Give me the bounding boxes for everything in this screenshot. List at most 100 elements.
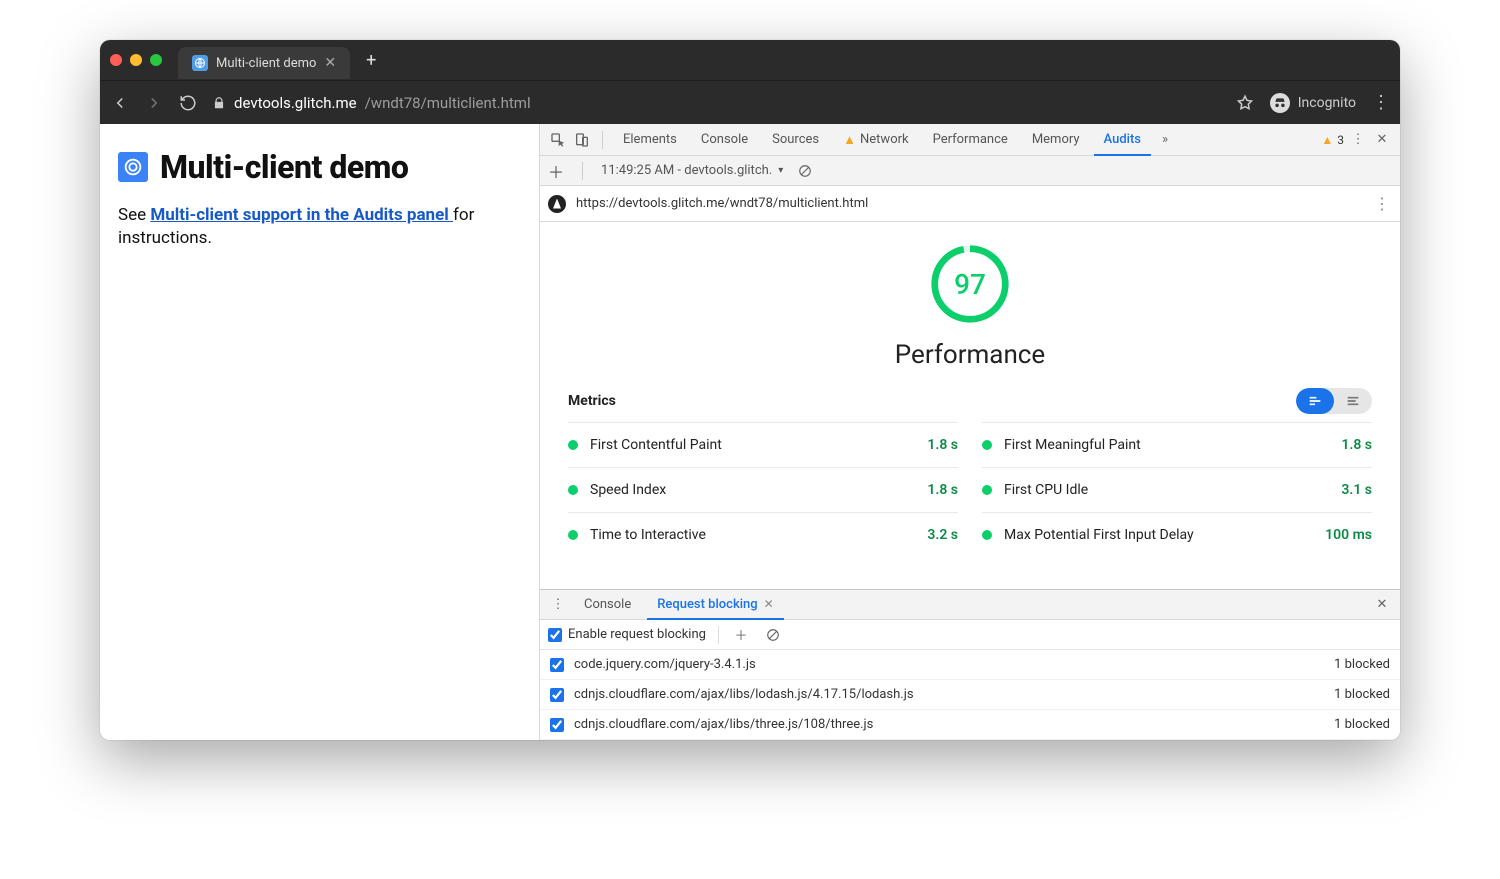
tab-console[interactable]: Console (691, 124, 758, 155)
metric-value: 1.8 s (927, 437, 958, 453)
metric-value: 3.1 s (1341, 482, 1372, 498)
blocked-pattern-row: code.jquery.com/jquery-3.4.1.js 1 blocke… (540, 650, 1400, 680)
overflow-tabs-icon[interactable]: » (1155, 130, 1175, 150)
audit-report: 97 Performance Metrics (540, 222, 1400, 589)
window-controls (110, 54, 162, 66)
tab-title: Multi-client demo (216, 56, 316, 71)
separator (582, 162, 583, 180)
drawer-tab-request-blocking[interactable]: Request blocking ✕ (647, 591, 784, 620)
score-category: Performance (895, 340, 1045, 370)
drawer-menu-icon[interactable]: ⋮ (548, 595, 568, 615)
url-field[interactable]: devtools.glitch.me/wndt78/multiclient.ht… (212, 81, 1222, 124)
toggle-expanded-view[interactable] (1334, 388, 1372, 414)
devtools-drawer: ⋮ Console Request blocking ✕ ✕ Enable re… (540, 589, 1400, 740)
status-dot-icon (982, 530, 992, 540)
close-window-button[interactable] (110, 54, 122, 66)
globe-icon (192, 55, 208, 71)
tab-elements[interactable]: Elements (613, 124, 687, 155)
titlebar: Multi-client demo ✕ + (100, 40, 1400, 80)
status-dot-icon (568, 530, 578, 540)
page-title: Multi-client demo (160, 148, 408, 186)
add-pattern-button[interactable]: ＋ (731, 625, 751, 645)
performance-gauge: 97 Performance (568, 242, 1372, 370)
device-toolbar-icon[interactable] (572, 130, 592, 150)
metrics-heading: Metrics (568, 393, 616, 409)
url-domain: devtools.glitch.me (234, 94, 357, 112)
score-gauge: 97 (928, 242, 1012, 326)
pattern-enable-checkbox[interactable] (550, 658, 564, 672)
blocked-count: 1 blocked (1334, 717, 1390, 732)
clear-patterns-icon[interactable] (763, 625, 783, 645)
inspect-element-icon[interactable] (548, 130, 568, 150)
blocked-count: 1 blocked (1334, 657, 1390, 672)
tab-network[interactable]: ▲Network (833, 124, 918, 155)
rendered-page: Multi-client demo See Multi-client suppo… (100, 124, 540, 740)
blocked-pattern-row: cdnjs.cloudflare.com/ajax/libs/three.js/… (540, 710, 1400, 740)
browser-tab[interactable]: Multi-client demo ✕ (178, 47, 350, 79)
audit-report-menu-icon[interactable]: ⋮ (1374, 194, 1390, 213)
metric-row: First Contentful Paint 1.8 s (568, 422, 958, 467)
metrics-view-toggle (1296, 388, 1372, 414)
status-dot-icon (568, 485, 578, 495)
tab-performance[interactable]: Performance (923, 124, 1018, 155)
audit-report-label: 11:49:25 AM - devtools.glitch. (601, 163, 772, 178)
addrbar-right: Incognito ⋮ (1236, 92, 1390, 113)
close-tab-icon[interactable]: ✕ (324, 55, 336, 71)
tab-sources[interactable]: Sources (762, 124, 829, 155)
reload-button[interactable] (178, 93, 198, 113)
drawer-tabstrip: ⋮ Console Request blocking ✕ ✕ (540, 590, 1400, 620)
pattern-text: code.jquery.com/jquery-3.4.1.js (574, 657, 756, 672)
incognito-icon (1270, 93, 1290, 113)
page-intro-prefix: See (118, 205, 150, 225)
pattern-enable-checkbox[interactable] (550, 718, 564, 732)
warning-triangle-icon: ▲ (1321, 133, 1333, 147)
blocked-count: 1 blocked (1334, 687, 1390, 702)
enable-blocking-input[interactable] (548, 628, 562, 642)
status-dot-icon (982, 485, 992, 495)
metric-row: Time to Interactive 3.2 s (568, 512, 958, 557)
blocked-patterns-list: code.jquery.com/jquery-3.4.1.js 1 blocke… (540, 650, 1400, 740)
new-tab-button[interactable]: + (356, 50, 386, 71)
browser-menu-icon[interactable]: ⋮ (1372, 92, 1390, 113)
metric-row: First Meaningful Paint 1.8 s (982, 422, 1372, 467)
audits-toolbar: ＋ 11:49:25 AM - devtools.glitch. (540, 156, 1400, 186)
pattern-enable-checkbox[interactable] (550, 688, 564, 702)
enable-blocking-checkbox[interactable]: Enable request blocking (548, 627, 706, 642)
blocked-pattern-row: cdnjs.cloudflare.com/ajax/libs/lodash.js… (540, 680, 1400, 710)
maximize-window-button[interactable] (150, 54, 162, 66)
audit-report-selector[interactable]: 11:49:25 AM - devtools.glitch. (601, 163, 783, 178)
minimize-window-button[interactable] (130, 54, 142, 66)
content-area: Multi-client demo See Multi-client suppo… (100, 124, 1400, 740)
star-icon[interactable] (1236, 94, 1254, 112)
clear-audits-icon[interactable] (795, 161, 815, 181)
metric-row: Max Potential First Input Delay 100 ms (982, 512, 1372, 557)
metric-value: 100 ms (1325, 527, 1372, 543)
back-button[interactable] (110, 93, 130, 113)
metrics-grid: First Contentful Paint 1.8 s First Meani… (568, 422, 1372, 557)
pattern-text: cdnjs.cloudflare.com/ajax/libs/lodash.js… (574, 687, 914, 702)
devtools-panel: Elements Console Sources ▲Network Perfor… (540, 124, 1400, 740)
metric-value: 1.8 s (927, 482, 958, 498)
toggle-compact-view[interactable] (1296, 388, 1334, 414)
tab-memory[interactable]: Memory (1022, 124, 1090, 155)
page-header: Multi-client demo (118, 148, 521, 186)
tab-audits[interactable]: Audits (1094, 125, 1151, 156)
metrics-header: Metrics (568, 388, 1372, 414)
close-drawer-icon[interactable]: ✕ (1372, 595, 1392, 615)
incognito-indicator: Incognito (1270, 93, 1356, 113)
close-devtools-icon[interactable]: ✕ (1372, 130, 1392, 150)
warnings-counter[interactable]: ▲ 3 (1321, 133, 1344, 147)
devtools-tabstrip: Elements Console Sources ▲Network Perfor… (540, 124, 1400, 156)
drawer-tab-console[interactable]: Console (574, 590, 641, 619)
pattern-text: cdnjs.cloudflare.com/ajax/libs/three.js/… (574, 717, 873, 732)
request-blocking-toolbar: Enable request blocking ＋ (540, 620, 1400, 650)
audit-url: https://devtools.glitch.me/wndt78/multic… (576, 196, 1364, 211)
devtools-settings-icon[interactable]: ⋮ (1348, 130, 1368, 150)
docs-link[interactable]: Multi-client support in the Audits panel (150, 205, 453, 225)
close-tab-icon[interactable]: ✕ (764, 597, 774, 611)
incognito-label: Incognito (1298, 95, 1356, 111)
forward-button[interactable] (144, 93, 164, 113)
metric-row: First CPU Idle 3.1 s (982, 467, 1372, 512)
separator (718, 626, 719, 644)
new-audit-button[interactable]: ＋ (548, 159, 564, 183)
